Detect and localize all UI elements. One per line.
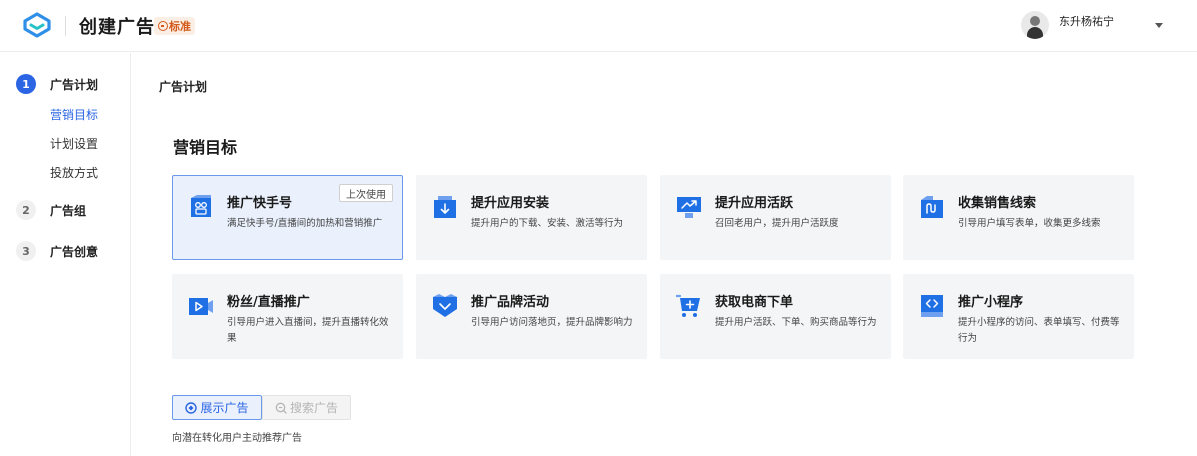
objective-description: 引导用户进入直播间，提升直播转化效果 xyxy=(227,317,389,344)
shopping-cart-icon xyxy=(676,294,700,317)
step-ad-plan[interactable]: 1 广告计划 xyxy=(16,74,98,94)
edition-mark-icon xyxy=(158,21,168,31)
objective-title: 粉丝/直播推广 xyxy=(227,295,310,310)
objective-card-mini-program[interactable]: 推广小程序 提升小程序的访问、表单填写、付费等行为 xyxy=(903,274,1134,359)
objective-title: 推广品牌活动 xyxy=(471,295,550,310)
kuaishou-account-icon xyxy=(191,195,211,217)
objective-title: 提升应用活跃 xyxy=(715,196,794,211)
app-active-icon xyxy=(677,197,701,218)
step-label: 广告创意 xyxy=(50,244,99,259)
sidebar-item-plan-settings[interactable]: 计划设置 xyxy=(50,135,98,152)
objective-title: 获取电商下单 xyxy=(715,295,794,310)
search-ad-icon xyxy=(275,402,287,414)
objective-title: 推广快手号 xyxy=(227,196,293,211)
edition-badge: 标准 xyxy=(154,17,195,35)
brand-logo-icon[interactable] xyxy=(22,12,52,38)
step-ad-creative[interactable]: 3 广告创意 xyxy=(16,241,98,261)
objective-card-app-install[interactable]: 提升应用安装 提升用户的下载、安装、激活等行为 xyxy=(416,175,647,260)
step-number: 3 xyxy=(16,241,36,261)
objective-card-sales-leads[interactable]: 收集销售线索 引导用户填写表单，收集更多线索 xyxy=(903,175,1134,260)
last-used-badge: 上次使用 xyxy=(339,184,393,202)
app-install-icon xyxy=(434,196,456,218)
objective-description: 提升用户活跃、下单、购买商品等行为 xyxy=(715,317,877,328)
breadcrumb: 广告计划 xyxy=(159,80,208,94)
objective-description: 满足快手号/直播间的加热和营销推广 xyxy=(227,218,383,229)
brand-activity-icon xyxy=(433,294,457,317)
sidebar-item-marketing-goal[interactable]: 营销目标 xyxy=(50,106,98,123)
page-title: 创建广告 xyxy=(79,17,155,38)
main-content: 广告计划 营销目标 推广快手号 满足快手号/直播间的加热和营销推广 上次使用 提… xyxy=(132,53,1197,456)
objective-description: 引导用户填写表单，收集更多线索 xyxy=(958,218,1101,229)
section-title: 营销目标 xyxy=(173,138,238,157)
user-name[interactable]: 东升杨祐宁 xyxy=(1059,13,1114,29)
objective-description: 引导用户访问落地页，提升品牌影响力 xyxy=(471,317,633,328)
avatar[interactable] xyxy=(1021,11,1049,39)
sidebar-item-delivery-method[interactable]: 投放方式 xyxy=(50,164,98,181)
tab-display-ad[interactable]: 展示广告 xyxy=(172,395,262,420)
objective-title: 推广小程序 xyxy=(958,295,1024,310)
header-divider xyxy=(65,16,66,36)
sales-leads-icon xyxy=(921,196,943,218)
step-label: 广告计划 xyxy=(50,77,99,92)
user-menu[interactable]: 东升杨祐宁 xyxy=(1021,11,1114,39)
chevron-down-icon[interactable] xyxy=(1155,23,1163,28)
step-ad-group[interactable]: 2 广告组 xyxy=(16,200,86,220)
live-video-icon xyxy=(189,298,213,315)
objective-card-app-active[interactable]: 提升应用活跃 召回老用户，提升用户活跃度 xyxy=(660,175,891,260)
objective-card-kuaishou-account[interactable]: 推广快手号 满足快手号/直播间的加热和营销推广 上次使用 xyxy=(172,175,403,260)
objective-description: 提升小程序的访问、表单填写、付费等行为 xyxy=(958,317,1120,344)
objective-card-fans-live[interactable]: 粉丝/直播推广 引导用户进入直播间，提升直播转化效果 xyxy=(172,274,403,359)
step-number: 1 xyxy=(16,74,36,94)
step-number: 2 xyxy=(16,200,36,220)
step-label: 广告组 xyxy=(50,203,87,218)
objective-card-ecommerce-order[interactable]: 获取电商下单 提升用户活跃、下单、购买商品等行为 xyxy=(660,274,891,359)
steps-sidebar: 1 广告计划 营销目标 计划设置 投放方式 2 广告组 3 广告创意 xyxy=(0,53,131,456)
mini-program-icon xyxy=(921,295,943,317)
top-bar: 创建广告 标准 东升杨祐宁 xyxy=(0,0,1197,52)
display-ad-icon xyxy=(185,401,198,414)
edition-label: 标准 xyxy=(169,20,191,33)
objective-description: 提升用户的下载、安装、激活等行为 xyxy=(471,218,624,229)
objective-title: 提升应用安装 xyxy=(471,196,550,211)
tab-label: 搜索广告 xyxy=(289,401,338,415)
objective-card-brand-activity[interactable]: 推广品牌活动 引导用户访问落地页，提升品牌影响力 xyxy=(416,274,647,359)
tab-label: 展示广告 xyxy=(200,401,249,415)
objective-title: 收集销售线索 xyxy=(958,196,1037,211)
ad-type-hint: 向潜在转化用户主动推荐广告 xyxy=(172,433,302,444)
tab-search-ad: 搜索广告 xyxy=(262,395,351,420)
objective-description: 召回老用户，提升用户活跃度 xyxy=(715,218,839,229)
